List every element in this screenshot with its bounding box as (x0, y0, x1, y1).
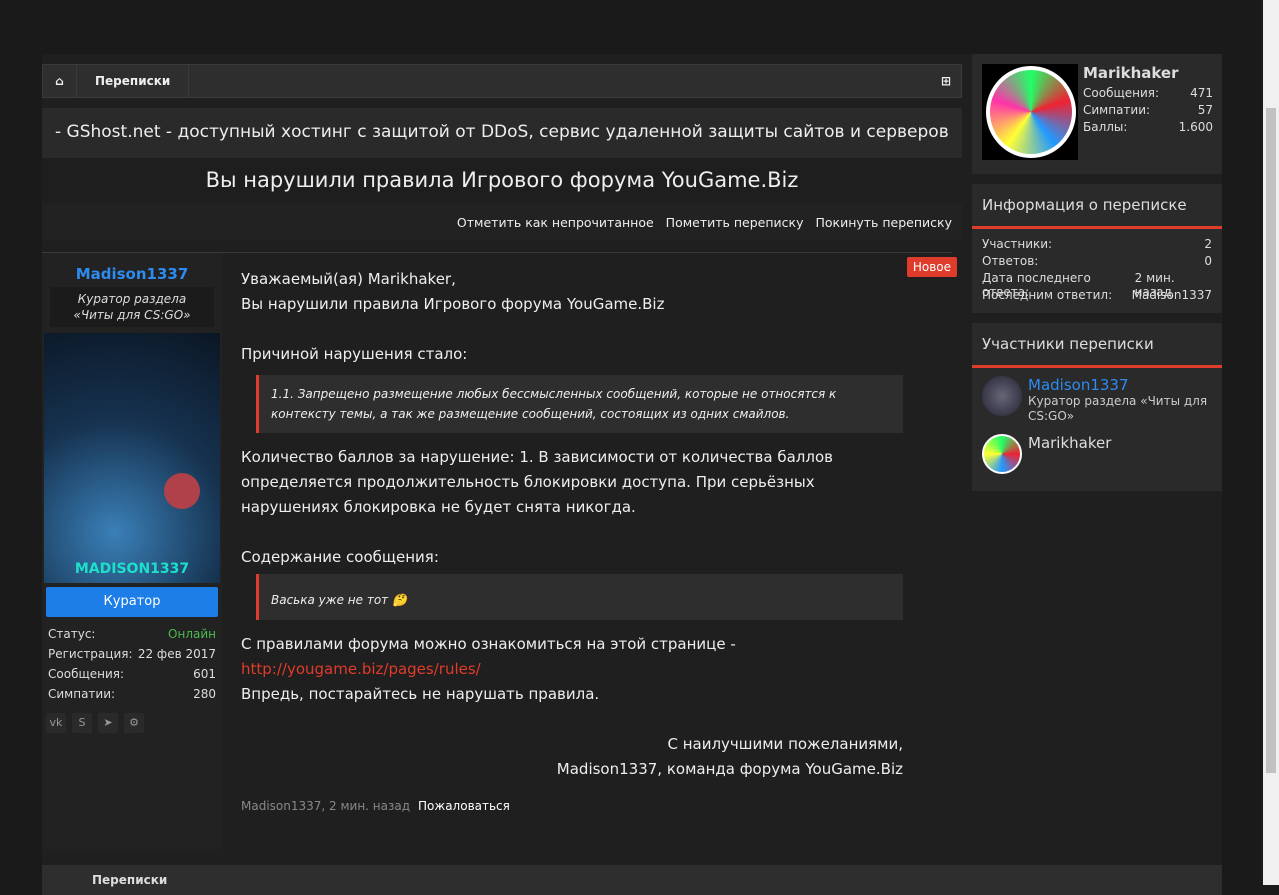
participant-name[interactable]: Marikhaker (1028, 434, 1111, 452)
stat-value: 22 фев 2017 (137, 647, 216, 661)
visitor-avatar[interactable] (982, 64, 1078, 160)
rules-link[interactable]: http://yougame.biz/pages/rules/ (241, 657, 903, 682)
stat-value: 280 (193, 687, 216, 701)
info-label: Дата последнего ответа: (982, 271, 1091, 299)
info-value: 2 мин. назад (1134, 271, 1175, 299)
stat-label: Сообщения: (48, 667, 125, 681)
participant-name[interactable]: Madison1337 (1028, 376, 1212, 394)
stat-value: 57 (1197, 103, 1213, 117)
author-badge: Куратор (46, 587, 218, 617)
scrollbar[interactable] (1263, 0, 1279, 885)
report-link[interactable]: Пожаловаться (418, 799, 510, 813)
stat-value: 601 (193, 667, 216, 681)
closing-text: Впредь, постарайтесь не нарушать правила… (241, 685, 600, 703)
message-line: Вы нарушили правила Игрового форума YouG… (241, 295, 665, 313)
sitemap-icon[interactable]: ⊞ (941, 74, 951, 88)
signature-line: С наилучшими пожеланиями, (667, 735, 903, 753)
message-body: Новое Уважаемый(ая) Marikhaker, Вы наруш… (241, 253, 957, 819)
reason-label: Причиной нарушения стало: (241, 345, 468, 363)
status-value: Онлайн (168, 627, 216, 641)
info-heading: Информация о переписке (972, 184, 1222, 229)
visitor-panel: Marikhaker Сообщения: 471 Симпатии: 57 Бал… (972, 54, 1222, 174)
breadcrumb-conversations[interactable]: Переписки (77, 65, 190, 97)
content-quote: Васька уже не тот 🤔 (256, 574, 903, 620)
stat-label: Симпатии: (48, 687, 116, 701)
mark-unread-link[interactable]: Отметить как непрочитанное (457, 215, 654, 230)
participant-item[interactable]: Marikhaker (982, 434, 1212, 474)
info-value[interactable]: Madison1337 (1132, 288, 1212, 305)
stat-label: Сообщения: (1083, 86, 1160, 100)
new-badge: Новое (906, 257, 957, 277)
participant-avatar[interactable] (982, 376, 1022, 416)
info-label: Ответов: (982, 254, 1039, 268)
participant-avatar[interactable] (982, 434, 1022, 474)
author-title: Куратор раздела «Читы для CS:GO» (50, 287, 214, 327)
message: Madison1337 Куратор раздела «Читы для CS… (42, 252, 957, 849)
skype-icon[interactable]: S (72, 713, 92, 733)
reason-quote: 1.1. Запрещено размещение любых бессмысл… (256, 375, 903, 433)
rules-text: С правилами форума можно ознакомиться на… (241, 635, 736, 653)
author-panel: Madison1337 Куратор раздела «Читы для CS… (42, 253, 222, 849)
stat-label: Баллы: (1083, 120, 1128, 134)
vk-icon[interactable]: vk (46, 713, 66, 733)
signature-line: Madison1337, команда форума YouGame.Biz (556, 760, 903, 778)
stat-value: 1.600 (1178, 120, 1213, 134)
author-name[interactable]: Madison1337 (42, 265, 222, 283)
telegram-icon[interactable]: ➤ (98, 713, 118, 733)
stat-label: Статус: (48, 627, 96, 641)
points-text: Количество баллов за нарушение: 1. В зав… (241, 448, 833, 516)
info-value: 2 (1204, 237, 1212, 251)
scrollbar-thumb[interactable] (1266, 108, 1276, 773)
steam-icon[interactable]: ⚙ (124, 713, 144, 733)
info-value: 0 (1204, 254, 1212, 268)
star-conversation-link[interactable]: Пометить переписку (666, 215, 804, 230)
author-stats: Статус: Онлайн Регистрация: 22 фев 2017 Со… (48, 627, 216, 707)
greeting: Уважаемый(ая) Marikhaker, (241, 270, 456, 288)
visitor-name[interactable]: Marikhaker (1083, 64, 1179, 82)
conversation-info: Информация о переписке Участники: 2 Ответ… (972, 184, 1222, 313)
footer-breadcrumb: Переписки (42, 865, 1222, 895)
stat-label: Симпатии: (1083, 103, 1151, 117)
leave-conversation-link[interactable]: Покинуть переписку (815, 215, 952, 230)
stat-label: Регистрация: (48, 647, 133, 661)
smiley-icon: 🤔 (388, 593, 407, 607)
content-label: Содержание сообщения: (241, 548, 439, 566)
info-label: Последним ответил: (982, 288, 1113, 302)
conversation-actions: Отметить как непрочитанное Пометить пере… (42, 204, 962, 240)
participants-panel: Участники переписки Madison1337 Куратор р… (972, 323, 1222, 491)
breadcrumb: ⌂ Переписки ⊞ (42, 64, 962, 98)
sidebar: Marikhaker Сообщения: 471 Симпатии: 57 Бал… (972, 54, 1222, 501)
page-title: Вы нарушили правила Игрового форума YouG… (42, 158, 962, 200)
participant-item[interactable]: Madison1337 Куратор раздела «Читы для CS:… (982, 376, 1212, 424)
home-icon[interactable]: ⌂ (43, 65, 77, 97)
participant-title: Куратор раздела «Читы для CS:GO» (1028, 394, 1208, 423)
author-avatar[interactable]: MADISON1337 (44, 333, 220, 583)
message-meta[interactable]: Madison1337, 2 мин. назад (241, 799, 410, 813)
notice-banner[interactable]: - GShost.net - доступный хостинг с защит… (42, 108, 962, 158)
page: ⌂ Переписки ⊞ - GShost.net - доступный х… (42, 54, 1222, 894)
info-label: Участники: (982, 237, 1053, 251)
participants-heading: Участники переписки (972, 323, 1222, 368)
stat-value: 471 (1190, 86, 1213, 100)
